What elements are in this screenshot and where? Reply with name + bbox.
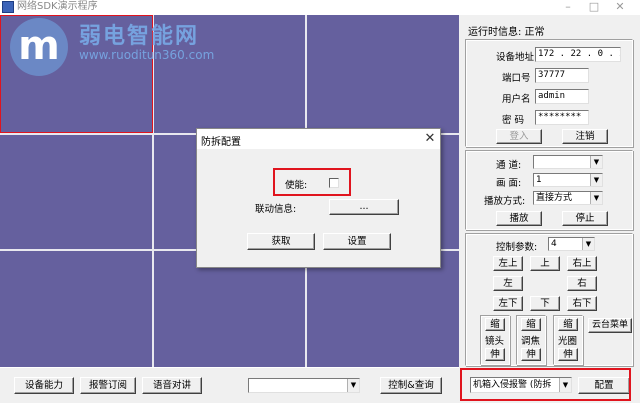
lens-zoom-out-button[interactable]: 伸 xyxy=(485,348,505,361)
app-icon xyxy=(2,1,14,13)
ip-address-input[interactable]: 172 . 22 . 0 . 226 xyxy=(535,47,621,62)
ptz-param-value: 4 xyxy=(551,239,557,249)
chevron-down-icon: ▼ xyxy=(582,238,594,250)
ptz-group: 控制参数: 4 ▼ 左上 上 右上 左 右 左下 下 右下 缩 镜头 伸 缩 调焦… xyxy=(465,233,633,366)
focus-in-button[interactable]: 缩 xyxy=(521,318,541,331)
minimize-icon[interactable]: – xyxy=(560,0,576,14)
play-group: 通 道: ▼ 画 面: 1 ▼ 播放方式: 直接方式 ▼ 播放 停止 xyxy=(465,150,633,230)
focus-label: 调焦 xyxy=(521,336,541,347)
login-button[interactable]: 登入 xyxy=(496,129,542,144)
iris-out-button[interactable]: 伸 xyxy=(558,348,578,361)
screen-label: 画 面: xyxy=(496,178,522,189)
bottom-toolbar: 设备能力 报警订阅 语音对讲 ▼ 控制&查询 机箱入侵报警 (防拆 ▼ 配置 xyxy=(0,368,640,403)
ptz-down-left-button[interactable]: 左下 xyxy=(493,296,523,311)
password-input[interactable]: ******** xyxy=(535,110,589,125)
chevron-down-icon: ▼ xyxy=(590,192,602,204)
channel-label: 通 道: xyxy=(496,160,522,171)
username-input[interactable]: admin xyxy=(535,89,589,104)
ptz-up-right-button[interactable]: 右上 xyxy=(567,256,597,271)
password-label: 密 码 xyxy=(502,115,525,126)
iris-in-button[interactable]: 缩 xyxy=(558,318,578,331)
channel-select[interactable]: ▼ xyxy=(533,155,603,169)
ptz-down-right-button[interactable]: 右下 xyxy=(567,296,597,311)
ptz-param-select[interactable]: 4 ▼ xyxy=(548,237,595,251)
voice-talk-button[interactable]: 语音对讲 xyxy=(142,377,202,394)
play-mode-select[interactable]: 直接方式 ▼ xyxy=(533,191,603,205)
maximize-icon[interactable]: □ xyxy=(586,0,602,14)
link-info-label: 联动信息: xyxy=(255,204,297,215)
highlight-frame xyxy=(460,368,631,401)
window-title: 网络SDK演示程序 xyxy=(17,1,98,12)
chevron-down-icon: ▼ xyxy=(590,156,602,168)
watermark-logo-letter: m xyxy=(18,23,60,69)
ptz-down-button[interactable]: 下 xyxy=(530,296,560,311)
chevron-down-icon: ▼ xyxy=(347,379,359,392)
dialog-title: 防拆配置 xyxy=(201,137,241,148)
chevron-down-icon: ▼ xyxy=(590,174,602,186)
lens-label: 镜头 xyxy=(485,336,505,347)
screen-value: 1 xyxy=(536,175,542,185)
device-select[interactable]: ▼ xyxy=(248,378,360,393)
close-icon[interactable]: ✕ xyxy=(612,0,628,14)
screen-select[interactable]: 1 ▼ xyxy=(533,173,603,187)
ptz-menu-button[interactable]: 云台菜单 xyxy=(588,318,632,333)
port-label: 端口号 xyxy=(502,73,531,84)
control-query-button[interactable]: 控制&查询 xyxy=(380,377,442,394)
lens-zoom-in-button[interactable]: 缩 xyxy=(485,318,505,331)
iris-box: 缩 光圈 伸 xyxy=(553,315,583,365)
iris-label: 光圈 xyxy=(558,336,578,347)
link-info-button[interactable]: ... xyxy=(329,199,399,215)
play-button[interactable]: 播放 xyxy=(496,211,542,226)
set-button[interactable]: 设置 xyxy=(323,233,391,250)
play-mode-label: 播放方式: xyxy=(484,196,526,207)
stop-button[interactable]: 停止 xyxy=(562,211,608,226)
device-capability-button[interactable]: 设备能力 xyxy=(14,377,74,394)
ptz-up-button[interactable]: 上 xyxy=(530,256,560,271)
login-group: 设备地址 172 . 22 . 0 . 226 端口号 37777 用户名 ad… xyxy=(465,39,633,147)
focus-out-button[interactable]: 伸 xyxy=(521,348,541,361)
dialog-body: 使能: 联动信息: ... 获取 设置 xyxy=(197,149,440,267)
alarm-subscribe-button[interactable]: 报警订阅 xyxy=(80,377,136,394)
watermark-url: www.ruoditun360.com xyxy=(79,48,215,62)
play-mode-value: 直接方式 xyxy=(536,193,573,203)
highlight-frame xyxy=(273,168,351,196)
tamper-config-dialog: 防拆配置 ✕ 使能: 联动信息: ... 获取 设置 xyxy=(196,128,441,268)
watermark-text: 弱电智能网 xyxy=(79,24,200,49)
ptz-up-left-button[interactable]: 左上 xyxy=(493,256,523,271)
ptz-param-label: 控制参数: xyxy=(496,242,538,253)
lens-box: 缩 镜头 伸 xyxy=(480,315,510,365)
runtime-status: 运行时信息: 正常 xyxy=(468,27,545,38)
logout-button[interactable]: 注销 xyxy=(562,129,608,144)
focus-box: 缩 调焦 伸 xyxy=(516,315,546,365)
ptz-left-button[interactable]: 左 xyxy=(493,276,523,291)
ip-label: 设备地址 xyxy=(496,52,535,63)
username-label: 用户名 xyxy=(502,94,531,105)
ptz-right-button[interactable]: 右 xyxy=(567,276,597,291)
port-input[interactable]: 37777 xyxy=(535,68,589,83)
get-button[interactable]: 获取 xyxy=(247,233,315,250)
title-bar: 网络SDK演示程序 – □ ✕ xyxy=(0,0,640,14)
dialog-close-icon[interactable]: ✕ xyxy=(420,129,440,149)
control-panel: 运行时信息: 正常 设备地址 172 . 22 . 0 . 226 端口号 37… xyxy=(459,15,640,368)
